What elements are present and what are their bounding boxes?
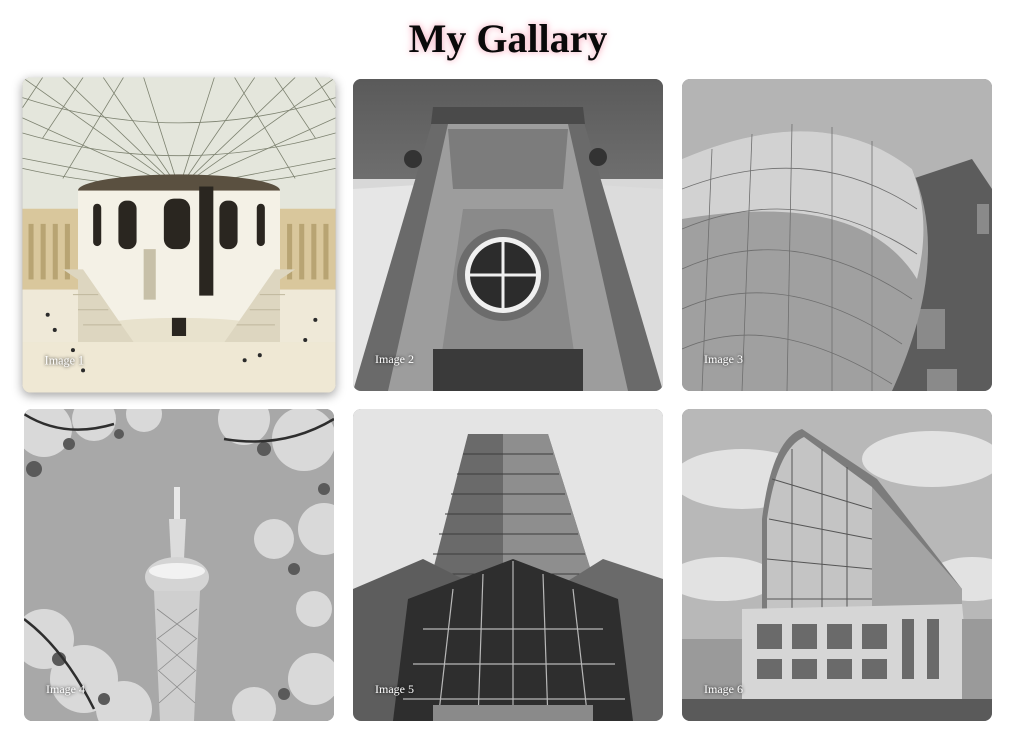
tower-image [24, 409, 334, 721]
image-caption: Image 2 [375, 352, 414, 366]
gallery-card-3[interactable]: Image 3 [682, 79, 992, 391]
skyscraper-image [353, 409, 663, 721]
image-caption: Image 6 [704, 682, 743, 696]
facade-image [353, 79, 663, 391]
gallery-card-5[interactable]: Image 5 [353, 409, 663, 721]
gallery-page: My Gallary Image 1 Image 2 Image 3 Image… [0, 0, 1022, 736]
curved-building-image [682, 79, 992, 391]
gallery-card-1[interactable]: Image 1 [22, 77, 336, 393]
gallery-card-6[interactable]: Image 6 [682, 409, 992, 721]
gallery-card-2[interactable]: Image 2 [353, 79, 663, 391]
image-caption: Image 5 [375, 682, 414, 696]
gallery-card-4[interactable]: Image 4 [24, 409, 334, 721]
image-caption: Image 1 [44, 353, 85, 368]
page-title: My Gallary [408, 16, 608, 61]
image-caption: Image 4 [46, 682, 85, 696]
office-building-image [682, 409, 992, 721]
atrium-image [22, 77, 336, 393]
image-caption: Image 3 [704, 352, 743, 366]
